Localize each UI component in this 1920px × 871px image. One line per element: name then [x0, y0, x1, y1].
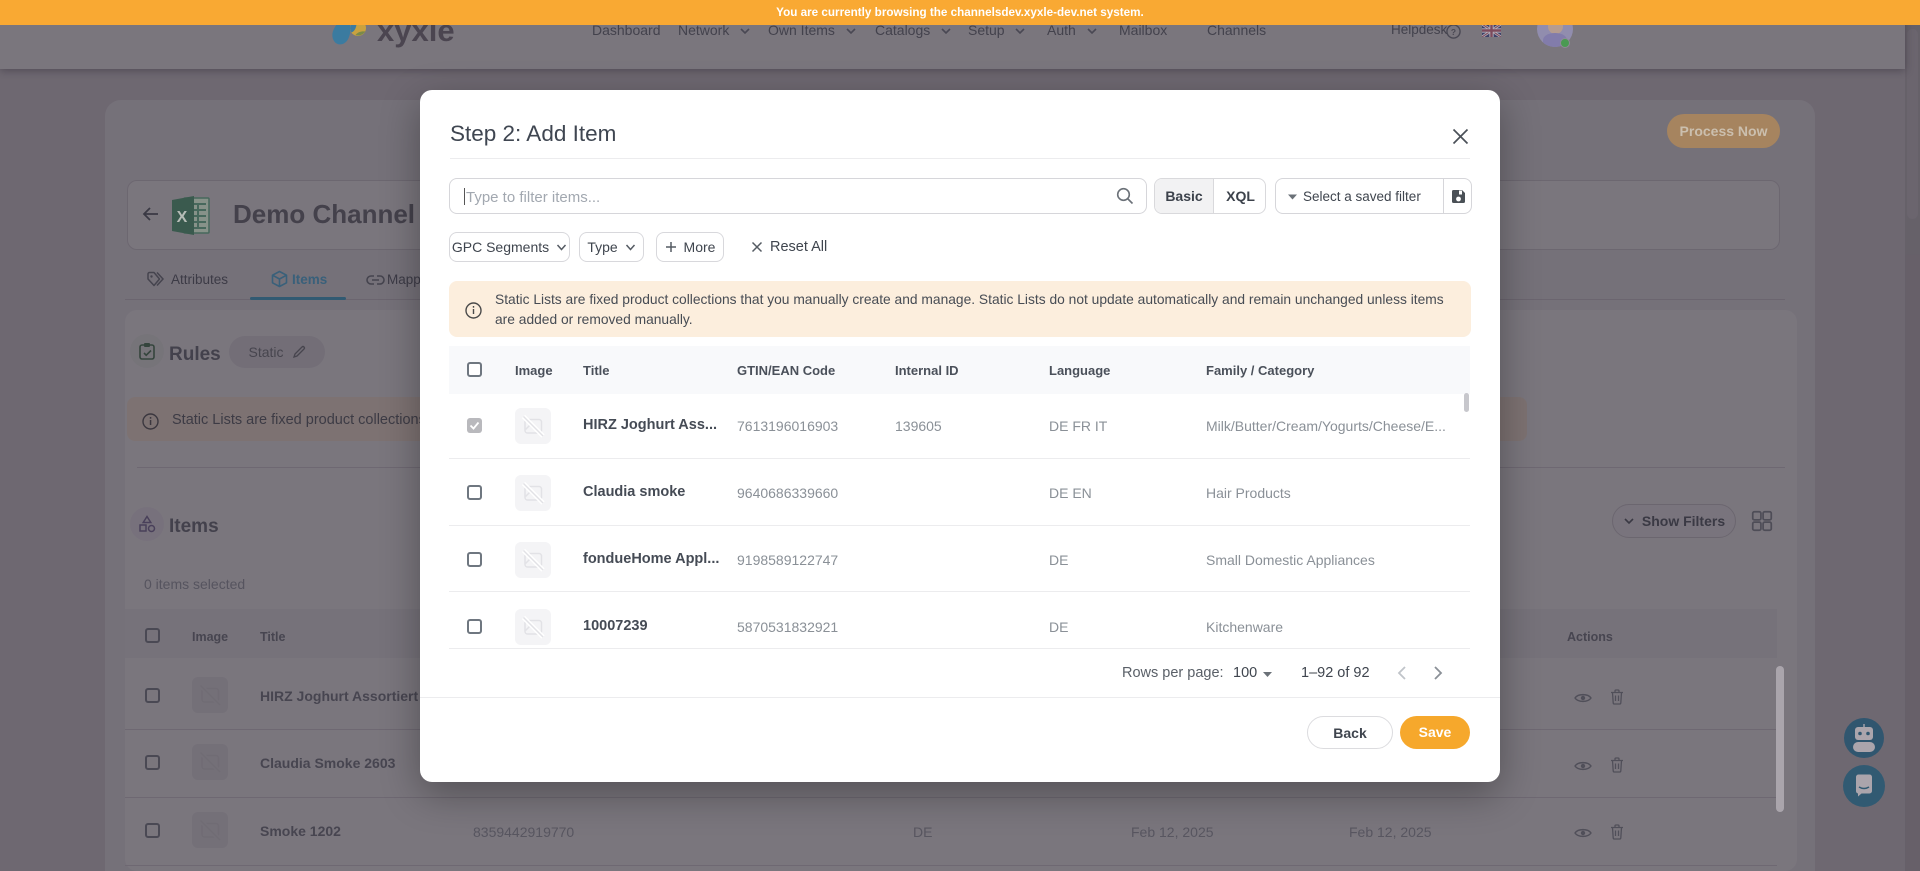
svg-text:X: X	[177, 209, 188, 226]
